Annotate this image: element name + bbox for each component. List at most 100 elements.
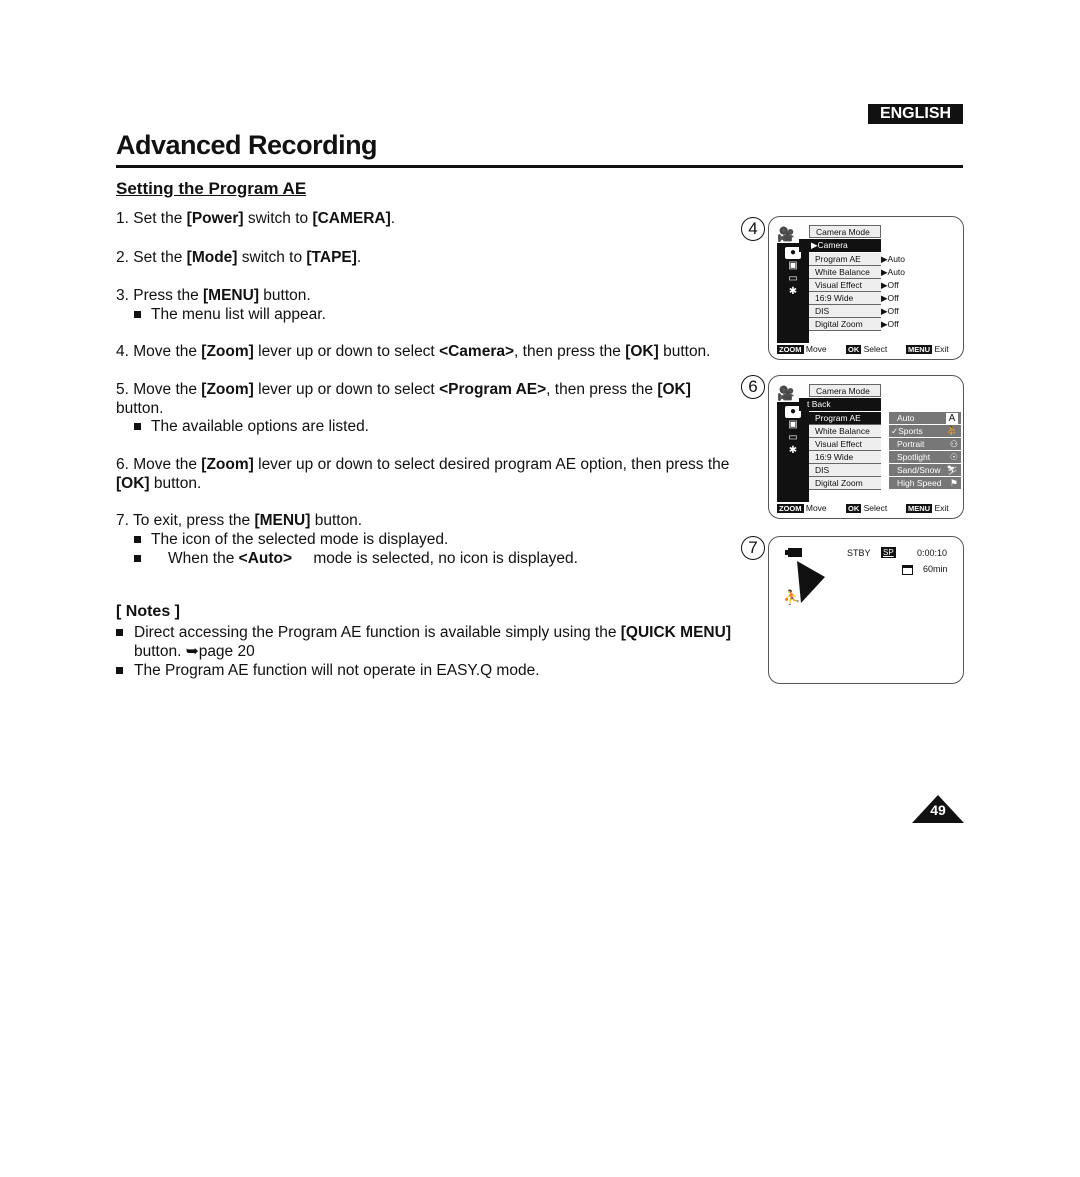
value-16-9-wide: ▶Off	[881, 293, 899, 303]
bold-term: [Power]	[186, 210, 244, 227]
menu-item-digital-zoom[interactable]: Digital Zoom	[809, 477, 881, 490]
menu-item-dis[interactable]: DIS	[809, 305, 881, 318]
step-number: 3.	[116, 287, 134, 304]
step-3: 3. Press the [MENU] button.	[116, 286, 746, 305]
bold-term: <Auto>	[238, 550, 293, 567]
bold-term: [Mode]	[186, 249, 238, 266]
text-run: switch to	[237, 249, 307, 266]
value-program-ae: ▶Auto	[881, 254, 906, 264]
page-number: 49	[930, 802, 946, 818]
bold-term: [TAPE]	[306, 249, 357, 266]
menu-key: MENU	[906, 345, 933, 354]
step-5-bullet: The available options are listed.	[134, 417, 369, 436]
settings-tab-icon: ✱	[788, 286, 798, 297]
speed-badge: SP	[881, 547, 896, 558]
display-tab-icon: ▭	[788, 432, 798, 443]
text-run: The Program AE function will not operate…	[134, 662, 540, 679]
portrait-icon: ⚇	[949, 439, 958, 449]
figure-4-number: 4	[741, 217, 765, 241]
step-4: 4. Move the [Zoom] lever up or down to s…	[116, 342, 746, 361]
display-tab-icon: ▭	[788, 273, 798, 284]
step-number: 5.	[116, 381, 134, 398]
text-run: Move the	[133, 381, 202, 398]
bold-term: <Program AE>	[439, 381, 547, 398]
bold-term: <Camera>	[439, 343, 515, 360]
zoom-label: Move	[805, 503, 827, 513]
option-label: Portrait	[897, 439, 925, 449]
menu-header: Camera Mode	[809, 384, 881, 397]
bullet-text: The available options are listed.	[151, 418, 369, 435]
menu-item-16-9-wide[interactable]: 16:9 Wide	[809, 451, 881, 464]
footer-menu: MENU Exit	[906, 503, 949, 514]
step-5: 5. Move the [Zoom] lever up or down to s…	[116, 380, 706, 418]
text-run: To exit, press the	[132, 512, 255, 529]
program-ae-option[interactable]: High Speed ⚑	[889, 477, 961, 490]
text-run: Set the	[133, 210, 187, 227]
program-ae-option[interactable]: Sand/Snow ⛷	[889, 464, 961, 477]
menu-item-dis[interactable]: DIS	[809, 464, 881, 477]
language-badge: ENGLISH	[868, 104, 963, 124]
menu-item-16-9-wide[interactable]: 16:9 Wide	[809, 292, 881, 305]
menu-header: Camera Mode	[809, 225, 881, 238]
menu-item-visual-effect[interactable]: Visual Effect	[809, 438, 881, 451]
timecode: 0:00:10	[917, 548, 948, 558]
step-3-bullet: The menu list will appear.	[134, 305, 326, 324]
value-visual-effect: ▶Off	[881, 280, 899, 290]
value-digital-zoom: ▶Off	[881, 319, 899, 329]
text-run: button. ➥page 20	[134, 643, 255, 660]
menu-item-program-ae[interactable]: Program AE	[809, 412, 881, 425]
note-2: The Program AE function will not operate…	[116, 661, 746, 680]
bold-term: [QUICK MENU]	[620, 624, 731, 641]
figure-7-viewfinder-screen: STBY SP 0:00:10 60min ⛹	[768, 536, 964, 684]
figure-6-number: 6	[741, 375, 765, 399]
text-run: Press the	[133, 287, 204, 304]
submenu-camera[interactable]: ▶Camera	[799, 239, 881, 252]
text-run: , then press the	[546, 381, 658, 398]
step-number: 4.	[116, 343, 134, 360]
section-title: Setting the Program AE	[116, 179, 307, 198]
text-run: Move the	[133, 343, 202, 360]
program-ae-option[interactable]: ✓Sports ⛹	[889, 425, 961, 438]
text-run: lever up or down to select	[253, 343, 440, 360]
ok-key: OK	[846, 504, 862, 513]
menu-item-white-balance[interactable]: White Balance	[809, 266, 881, 279]
option-label: High Speed	[897, 478, 942, 488]
bold-term: [MENU]	[254, 512, 311, 529]
figure-6-menu-screen: 🎥 Camera Mode ● ▣ ▭ ✱ t Back Program AE …	[768, 375, 964, 519]
bold-term: [CAMERA]	[312, 210, 391, 227]
text-run: button.	[149, 475, 202, 492]
text-run: Set the	[133, 249, 187, 266]
sports-mode-icon: ⛹	[783, 589, 801, 605]
value-dis: ▶Off	[881, 306, 899, 316]
step-number: 2.	[116, 249, 134, 266]
submenu-back[interactable]: t Back	[799, 398, 881, 411]
step-2: 2. Set the [Mode] switch to [TAPE].	[116, 248, 746, 267]
footer-ok: OK Select	[846, 503, 887, 514]
menu-item-digital-zoom[interactable]: Digital Zoom	[809, 318, 881, 331]
step-number: 1.	[116, 210, 134, 227]
text-run: button.	[258, 287, 311, 304]
text-run: lever up or down to select desired progr…	[253, 456, 730, 473]
menu-label: Exit	[934, 503, 949, 513]
step-7: 7. To exit, press the [MENU] button.	[116, 511, 746, 530]
step-7-bullet-1: The icon of the selected mode is display…	[134, 530, 448, 549]
text-run: , then press the	[514, 343, 626, 360]
bold-term: [OK]	[657, 381, 691, 398]
text-run: switch to	[243, 210, 313, 227]
menu-item-visual-effect[interactable]: Visual Effect	[809, 279, 881, 292]
footer-ok: OK Select	[846, 344, 887, 355]
ok-key: OK	[846, 345, 862, 354]
text-run: button.	[658, 343, 711, 360]
notes-heading: [ Notes ]	[116, 603, 180, 620]
program-ae-option[interactable]: Portrait ⚇	[889, 438, 961, 451]
text-run: .	[390, 210, 396, 227]
bullet-text: The icon of the selected mode is display…	[151, 531, 449, 548]
tape-remaining: 60min	[923, 564, 948, 574]
text-run: button.	[310, 512, 363, 529]
menu-item-white-balance[interactable]: White Balance	[809, 425, 881, 438]
spotlight-icon: ☉	[949, 452, 958, 462]
menu-item-program-ae[interactable]: Program AE	[809, 253, 881, 266]
program-ae-option[interactable]: Auto A	[889, 412, 961, 425]
program-ae-option[interactable]: Spotlight ☉	[889, 451, 961, 464]
page-title: Advanced Recording	[116, 130, 378, 160]
